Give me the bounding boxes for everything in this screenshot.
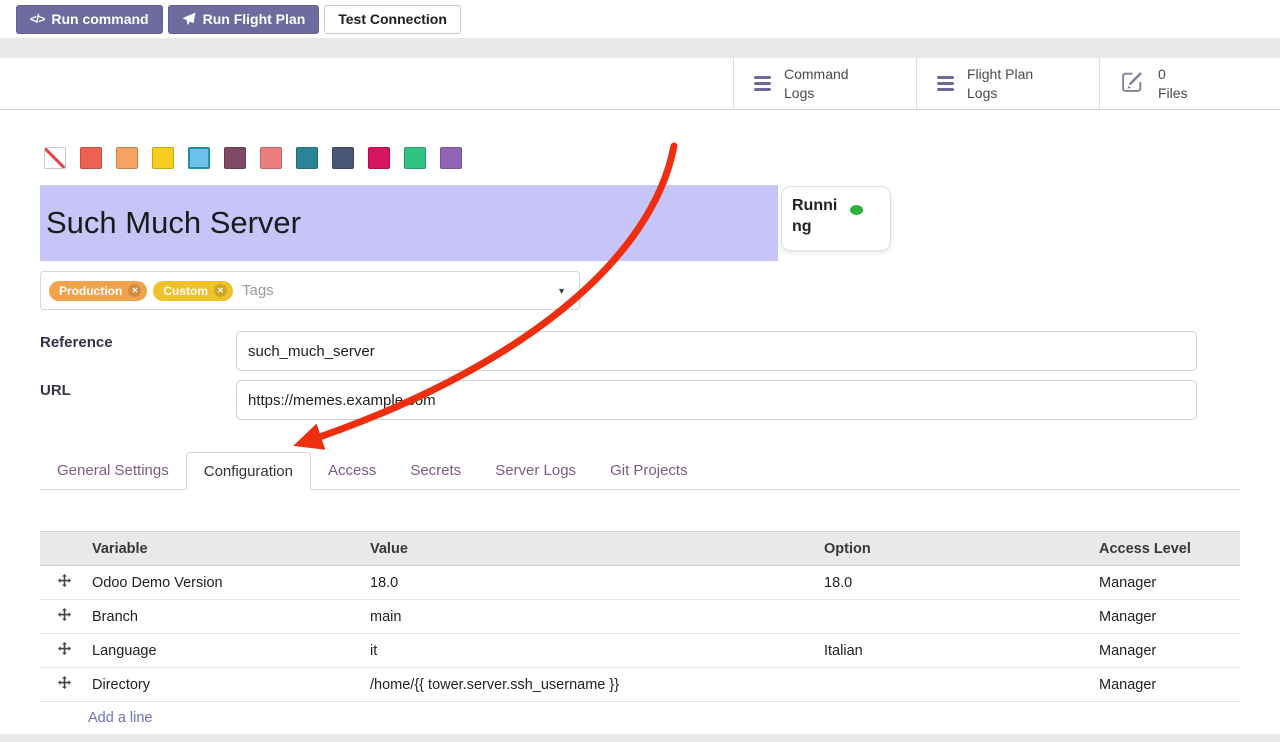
cell-option[interactable]: Italian — [820, 634, 1095, 668]
color-swatch[interactable] — [296, 147, 318, 169]
form-header: Command Logs Flight Plan Logs 0 Files — [0, 58, 1280, 110]
server-name-text: Such Much Server — [46, 205, 301, 241]
config-table: Variable Value Option Access Level Odoo … — [40, 531, 1240, 735]
tag-pill[interactable]: Custom ✕ — [153, 281, 233, 301]
tab-general-settings[interactable]: General Settings — [40, 452, 186, 489]
table-row[interactable]: Odoo Demo Version 18.0 18.0 Manager — [40, 566, 1240, 600]
table-row[interactable]: Language it Italian Manager — [40, 634, 1240, 668]
color-swatch[interactable] — [368, 147, 390, 169]
color-swatch[interactable] — [260, 147, 282, 169]
top-toolbar: </> Run command Run Flight Plan Test Con… — [0, 0, 1280, 38]
url-input[interactable]: https://memes.example.com — [236, 380, 1197, 420]
col-header-variable: Variable — [88, 532, 366, 566]
edit-icon — [1120, 69, 1145, 99]
test-connection-button[interactable]: Test Connection — [324, 5, 461, 34]
cell-access-level[interactable]: Manager — [1095, 566, 1240, 600]
cell-access-level[interactable]: Manager — [1095, 668, 1240, 702]
drag-handle-icon[interactable] — [58, 574, 71, 591]
table-header-row: Variable Value Option Access Level — [40, 532, 1240, 566]
color-swatch-none[interactable] — [44, 147, 66, 169]
run-flight-plan-button[interactable]: Run Flight Plan — [168, 5, 320, 34]
reference-label: Reference — [40, 334, 113, 351]
command-logs-button[interactable]: Command Logs — [733, 58, 916, 109]
tab-access[interactable]: Access — [311, 452, 393, 489]
chevron-down-icon[interactable]: ▼ — [557, 286, 566, 296]
cell-access-level[interactable]: Manager — [1095, 600, 1240, 634]
test-connection-label: Test Connection — [338, 11, 447, 27]
cell-variable[interactable]: Language — [88, 634, 366, 668]
col-header-access-level: Access Level — [1095, 532, 1240, 566]
table-row[interactable]: Branch main Manager — [40, 600, 1240, 634]
stat-label-line: Logs — [967, 85, 997, 101]
notebook-tabs: General Settings Configuration Access Se… — [40, 452, 1240, 490]
table-row[interactable]: Directory /home/{{ tower.server.ssh_user… — [40, 668, 1240, 702]
tag-label: Custom — [163, 284, 208, 298]
run-command-label: Run command — [51, 11, 148, 27]
tab-configuration[interactable]: Configuration — [186, 452, 311, 490]
cell-value[interactable]: main — [366, 600, 820, 634]
tab-secrets[interactable]: Secrets — [393, 452, 478, 489]
run-flight-plan-label: Run Flight Plan — [203, 11, 306, 27]
url-label: URL — [40, 382, 71, 399]
drag-handle-icon[interactable] — [58, 676, 71, 693]
add-a-line-link[interactable]: Add a line — [40, 702, 1240, 735]
color-swatch[interactable] — [440, 147, 462, 169]
paper-plane-icon — [182, 12, 196, 26]
flight-plan-logs-button[interactable]: Flight Plan Logs — [916, 58, 1099, 109]
list-icon — [937, 76, 954, 91]
cell-variable[interactable]: Directory — [88, 668, 366, 702]
files-count: 0 — [1158, 66, 1166, 82]
code-icon: </> — [30, 12, 44, 26]
run-command-button[interactable]: </> Run command — [16, 5, 163, 34]
stat-button-group: Command Logs Flight Plan Logs 0 Files — [733, 58, 1280, 109]
cell-value[interactable]: 18.0 — [366, 566, 820, 600]
stat-label-line: Logs — [784, 85, 814, 101]
tags-input[interactable]: Production ✕ Custom ✕ Tags ▼ — [40, 271, 580, 310]
bottom-strip — [0, 734, 1280, 742]
tags-placeholder: Tags — [242, 282, 274, 299]
stat-label-line: Flight Plan — [967, 66, 1033, 82]
color-swatch[interactable] — [152, 147, 174, 169]
cell-value[interactable]: /home/{{ tower.server.ssh_username }} — [366, 668, 820, 702]
cell-option[interactable]: 18.0 — [820, 566, 1095, 600]
col-header-value: Value — [366, 532, 820, 566]
color-swatch[interactable] — [80, 147, 102, 169]
remove-tag-icon[interactable]: ✕ — [214, 284, 227, 297]
color-swatch[interactable] — [224, 147, 246, 169]
color-swatch[interactable] — [332, 147, 354, 169]
tab-server-logs[interactable]: Server Logs — [478, 452, 593, 489]
cell-access-level[interactable]: Manager — [1095, 634, 1240, 668]
url-value: https://memes.example.com — [248, 392, 436, 409]
files-button[interactable]: 0 Files — [1099, 58, 1280, 109]
color-picker — [44, 147, 462, 169]
color-swatch-selected[interactable] — [188, 147, 210, 169]
remove-tag-icon[interactable]: ✕ — [128, 284, 141, 297]
col-header-option: Option — [820, 532, 1095, 566]
drag-handle-icon[interactable] — [58, 642, 71, 659]
cell-value[interactable]: it — [366, 634, 820, 668]
files-label: Files — [1158, 85, 1188, 101]
color-swatch[interactable] — [116, 147, 138, 169]
status-dot-icon — [850, 205, 863, 215]
tag-label: Production — [59, 284, 122, 298]
server-name-input[interactable]: Such Much Server — [40, 185, 778, 261]
reference-value: such_much_server — [248, 343, 375, 360]
cell-variable[interactable]: Odoo Demo Version — [88, 566, 366, 600]
cell-option[interactable] — [820, 668, 1095, 702]
drag-handle-icon[interactable] — [58, 608, 71, 625]
cell-variable[interactable]: Branch — [88, 600, 366, 634]
status-text: Running — [792, 196, 843, 241]
status-badge: Running — [781, 186, 891, 251]
separator-strip — [0, 38, 1280, 58]
color-swatch[interactable] — [404, 147, 426, 169]
cell-option[interactable] — [820, 600, 1095, 634]
reference-input[interactable]: such_much_server — [236, 331, 1197, 371]
tag-pill[interactable]: Production ✕ — [49, 281, 147, 301]
stat-label-line: Command — [784, 66, 849, 82]
list-icon — [754, 76, 771, 91]
tab-git-projects[interactable]: Git Projects — [593, 452, 705, 489]
